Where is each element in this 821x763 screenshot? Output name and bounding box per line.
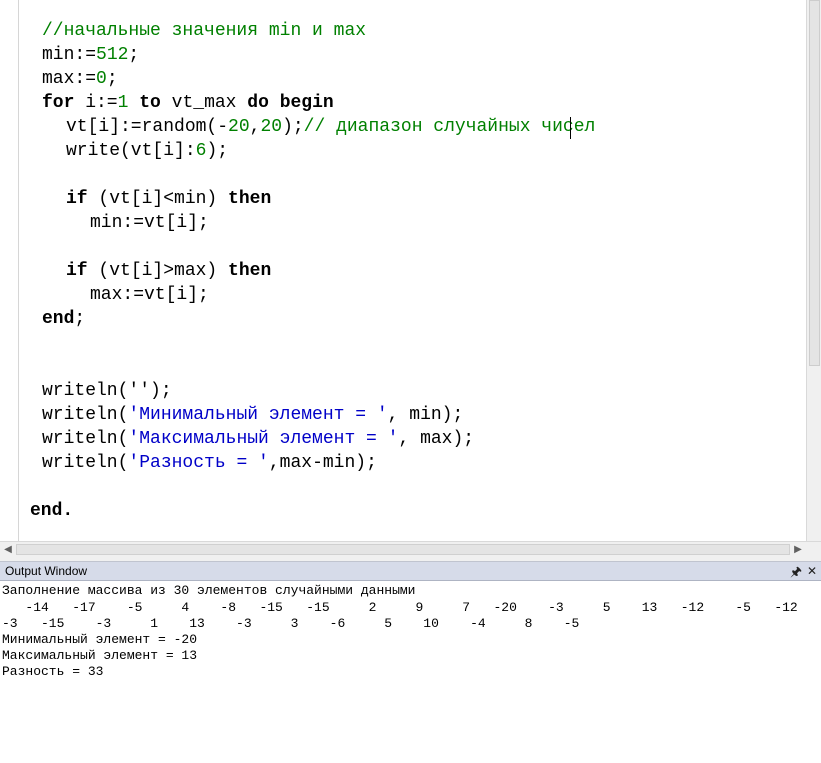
code-text: ;	[128, 45, 140, 65]
code-text: write(vt[i]:	[66, 141, 196, 161]
output-window-content[interactable]: Заполнение массива из 30 элементов случа…	[0, 581, 821, 763]
code-line[interactable]: writeln('Разность = ',max-min);	[42, 451, 377, 475]
keyword: begin	[279, 93, 334, 113]
code-line[interactable]: max:=0;	[42, 67, 118, 91]
vertical-scroll-thumb[interactable]	[809, 0, 820, 366]
keyword: end	[42, 309, 75, 329]
number-literal: 20	[260, 117, 283, 137]
pin-icon[interactable]: 🖈	[790, 562, 802, 581]
code-text: vt_max	[160, 93, 248, 113]
keyword: to	[139, 93, 161, 113]
code-line[interactable]: vt[i]:=random(-20,20);// диапазон случай…	[66, 115, 595, 139]
code-line[interactable]: for i:=1 to vt_max do begin	[42, 91, 334, 115]
editor-gutter	[0, 0, 19, 541]
code-text: (vt[i]>max)	[87, 261, 229, 281]
code-area[interactable]: //начальные значения min и max min:=512;…	[18, 0, 806, 541]
code-text: );	[282, 117, 304, 137]
code-text: ;	[106, 69, 118, 89]
keyword: if	[66, 261, 88, 281]
output-line: -14 -17 -5 4 -8 -15 -15 2 9 7 -20 -3 5 1…	[2, 600, 798, 615]
code-line[interactable]: min:=vt[i];	[90, 211, 209, 235]
code-line[interactable]: writeln('');	[42, 379, 172, 403]
code-text: writeln('');	[42, 381, 172, 401]
code-text: ;	[74, 309, 86, 329]
code-text: writeln(	[42, 453, 129, 473]
output-line: -3 -15 -3 1 13 -3 3 -6 5 10 -4 8 -5	[2, 616, 580, 631]
comment: //начальные значения min и max	[42, 21, 367, 41]
number-literal: 20	[228, 117, 250, 137]
output-window-titlebar: Output Window 🖈 ✕	[0, 561, 821, 581]
horizontal-scroll-thumb[interactable]	[16, 544, 790, 555]
keyword: end.	[30, 501, 74, 521]
scroll-right-arrow-icon[interactable]: ▶	[790, 542, 806, 558]
code-text: , min);	[387, 405, 464, 425]
number-literal: 1	[117, 93, 129, 113]
code-line[interactable]: max:=vt[i];	[90, 283, 209, 307]
output-line: Максимальный элемент = 13	[2, 648, 198, 663]
code-line[interactable]: write(vt[i]:6);	[66, 139, 228, 163]
keyword: then	[228, 189, 272, 209]
close-icon[interactable]: ✕	[807, 562, 817, 581]
keyword: for	[42, 93, 75, 113]
keyword: do	[247, 93, 269, 113]
number-literal: 0	[96, 69, 107, 89]
code-text: vt[i]:=random(-	[66, 117, 229, 137]
output-line: Разность = 33	[2, 664, 104, 679]
code-text: ,max-min);	[268, 453, 377, 473]
output-window-title: Output Window	[5, 564, 88, 578]
code-line[interactable]: if (vt[i]>max) then	[66, 259, 271, 283]
comment: // диапазон случайных чисел	[303, 117, 596, 137]
code-text: i:=	[74, 93, 118, 113]
number-literal: 512	[96, 45, 129, 65]
string-literal: 'Разность = '	[128, 453, 269, 473]
code-line[interactable]: if (vt[i]<min) then	[66, 187, 271, 211]
code-editor[interactable]: //начальные значения min и max min:=512;…	[0, 0, 821, 541]
number-literal: 6	[195, 141, 207, 161]
string-literal: 'Минимальный элемент = '	[128, 405, 388, 425]
scroll-left-arrow-icon[interactable]: ◀	[0, 542, 16, 558]
output-line: Минимальный элемент = -20	[2, 632, 198, 647]
code-text: (vt[i]<min)	[87, 189, 229, 209]
code-text: , max);	[398, 429, 475, 449]
code-text: max:=	[42, 69, 97, 89]
code-line[interactable]: writeln('Максимальный элемент = ', max);	[42, 427, 474, 451]
vertical-scrollbar[interactable]	[806, 0, 821, 541]
keyword: then	[228, 261, 272, 281]
code-line[interactable]: //начальные значения min и max	[42, 19, 366, 43]
code-text: max:=vt[i];	[90, 285, 209, 305]
code-line[interactable]: writeln('Минимальный элемент = ', min);	[42, 403, 463, 427]
code-line[interactable]: min:=512;	[42, 43, 139, 67]
code-text: );	[206, 141, 229, 161]
string-literal: 'Максимальный элемент = '	[128, 429, 399, 449]
code-line[interactable]: end;	[42, 307, 85, 331]
code-line[interactable]: end.	[30, 499, 73, 523]
horizontal-scrollbar[interactable]: ◀ ▶	[0, 541, 821, 558]
code-text: min:=	[42, 45, 97, 65]
code-text: writeln(	[42, 405, 129, 425]
code-text: min:=vt[i];	[90, 213, 209, 233]
code-text: writeln(	[42, 429, 129, 449]
code-text: ,	[249, 117, 261, 137]
output-line: Заполнение массива из 30 элементов случа…	[2, 583, 416, 598]
keyword: if	[66, 189, 88, 209]
text-caret	[570, 117, 571, 139]
